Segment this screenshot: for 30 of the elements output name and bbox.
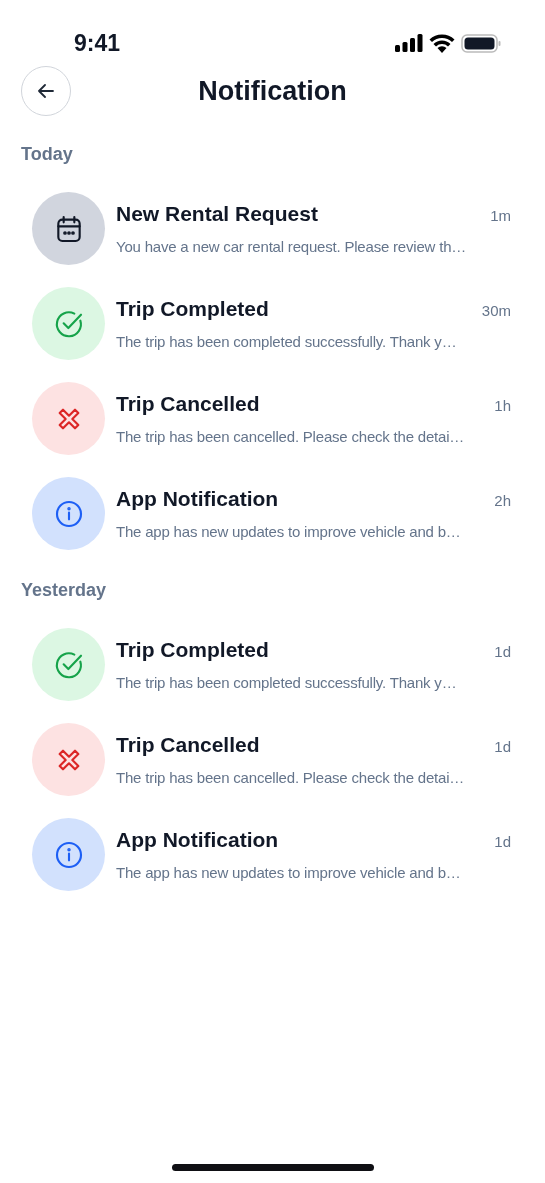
notification-title: Trip Completed (116, 297, 269, 321)
signal-icon (395, 34, 423, 52)
notification-time: 1m (490, 207, 511, 224)
notification-message: The app has new updates to improve vehicle and b… (116, 864, 462, 881)
notification-time: 1h (494, 397, 511, 414)
notification-time: 1d (494, 738, 511, 755)
notification-title: New Rental Request (116, 202, 318, 226)
notification-message: You have a new car rental request. Please review th… (116, 238, 468, 255)
notification-message: The trip has been completed successfully. Thank y… (116, 674, 458, 691)
battery-icon (461, 33, 501, 53)
notification-title: Trip Completed (116, 638, 269, 662)
notification-time: 2h (494, 492, 511, 509)
notification-time: 1d (494, 643, 511, 660)
notification-title: Trip Cancelled (116, 392, 260, 416)
notification-title: App Notification (116, 828, 279, 852)
notification-message: The trip has been cancelled. Please check the detai… (116, 428, 466, 445)
back-button[interactable] (21, 66, 71, 116)
page-title: Notification (197, 75, 348, 107)
wifi-icon (429, 33, 455, 53)
section-label: Yesterday (20, 580, 108, 601)
notification-message: The trip has been cancelled. Please check the detai… (116, 769, 466, 786)
notification-time: 1d (494, 833, 511, 850)
notification-title: App Notification (116, 487, 279, 511)
notification-time: 30m (481, 302, 511, 319)
notification-title: Trip Cancelled (116, 733, 260, 757)
status-time: 9:41 (74, 29, 121, 57)
section-label: Today (20, 144, 74, 165)
notification-message: The trip has been completed successfully. Thank y… (116, 333, 458, 350)
back-arrow-icon (38, 84, 54, 98)
notification-message: The app has new updates to improve vehicle and b… (116, 523, 462, 540)
